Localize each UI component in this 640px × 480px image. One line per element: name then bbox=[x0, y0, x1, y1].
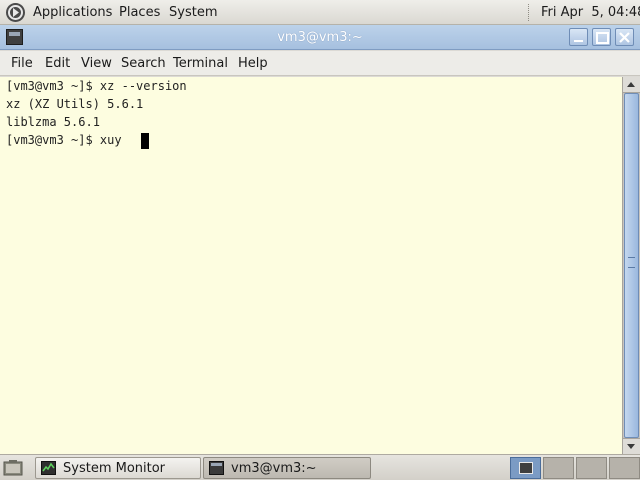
distro-logo-icon[interactable] bbox=[5, 2, 26, 23]
arrow-down-icon bbox=[627, 444, 635, 449]
system-menu[interactable]: System bbox=[169, 5, 217, 20]
terminal-line: [vm3@vm3 ~]$ xz --version bbox=[6, 79, 187, 93]
workspace-3[interactable] bbox=[576, 457, 607, 479]
system-monitor-icon bbox=[41, 461, 56, 475]
text-cursor bbox=[141, 133, 149, 149]
terminal-line: xz (XZ Utils) 5.6.1 bbox=[6, 97, 144, 111]
menubar: File Edit View Search Terminal Help bbox=[0, 51, 640, 76]
workspace-switcher bbox=[510, 457, 640, 479]
menu-edit[interactable]: Edit bbox=[45, 56, 70, 71]
clock[interactable]: Fri Apr 5, 04:48 bbox=[541, 5, 640, 20]
vertical-scrollbar[interactable] bbox=[622, 77, 640, 454]
taskbar-item-label: vm3@vm3:~ bbox=[231, 461, 317, 476]
workspace-window-thumbnail bbox=[519, 462, 533, 474]
workspace-2[interactable] bbox=[543, 457, 574, 479]
places-menu[interactable]: Places bbox=[119, 5, 160, 20]
taskbar-item-label: System Monitor bbox=[63, 461, 166, 476]
scroll-down-button[interactable] bbox=[623, 438, 640, 454]
window-title: vm3@vm3:~ bbox=[277, 30, 363, 45]
terminal-output[interactable]: [vm3@vm3 ~]$ xz --version xz (XZ Utils) … bbox=[0, 77, 622, 454]
close-icon bbox=[619, 32, 630, 43]
terminal-line: liblzma 5.6.1 bbox=[6, 115, 100, 129]
menu-search[interactable]: Search bbox=[121, 56, 166, 71]
window-titlebar[interactable]: vm3@vm3:~ bbox=[0, 25, 640, 50]
terminal-window: vm3@vm3:~ File Edit View Search Terminal… bbox=[0, 25, 640, 454]
scrollbar-thumb[interactable] bbox=[624, 93, 639, 438]
terminal-prompt-line: [vm3@vm3 ~]$ xuy bbox=[6, 133, 129, 147]
workspace-1[interactable] bbox=[510, 457, 541, 479]
minimize-button[interactable] bbox=[569, 28, 588, 46]
close-button[interactable] bbox=[615, 28, 634, 46]
menu-help[interactable]: Help bbox=[238, 56, 268, 71]
taskbar-item-terminal[interactable]: vm3@vm3:~ bbox=[203, 457, 371, 479]
maximize-button[interactable] bbox=[592, 28, 611, 46]
menu-file[interactable]: File bbox=[11, 56, 33, 71]
scroll-up-button[interactable] bbox=[623, 77, 640, 93]
workspace-4[interactable] bbox=[609, 457, 640, 479]
arrow-up-icon bbox=[627, 82, 635, 87]
show-desktop-icon[interactable] bbox=[3, 459, 23, 477]
panel-separator bbox=[528, 4, 530, 21]
menu-view[interactable]: View bbox=[81, 56, 112, 71]
top-panel: Applications Places System Fri Apr 5, 04… bbox=[0, 0, 640, 25]
taskbar-item-system-monitor[interactable]: System Monitor bbox=[35, 457, 201, 479]
applications-menu[interactable]: Applications bbox=[33, 5, 112, 20]
terminal-icon bbox=[209, 461, 224, 475]
bottom-panel: System Monitor vm3@vm3:~ bbox=[0, 454, 640, 480]
menu-terminal[interactable]: Terminal bbox=[173, 56, 228, 71]
